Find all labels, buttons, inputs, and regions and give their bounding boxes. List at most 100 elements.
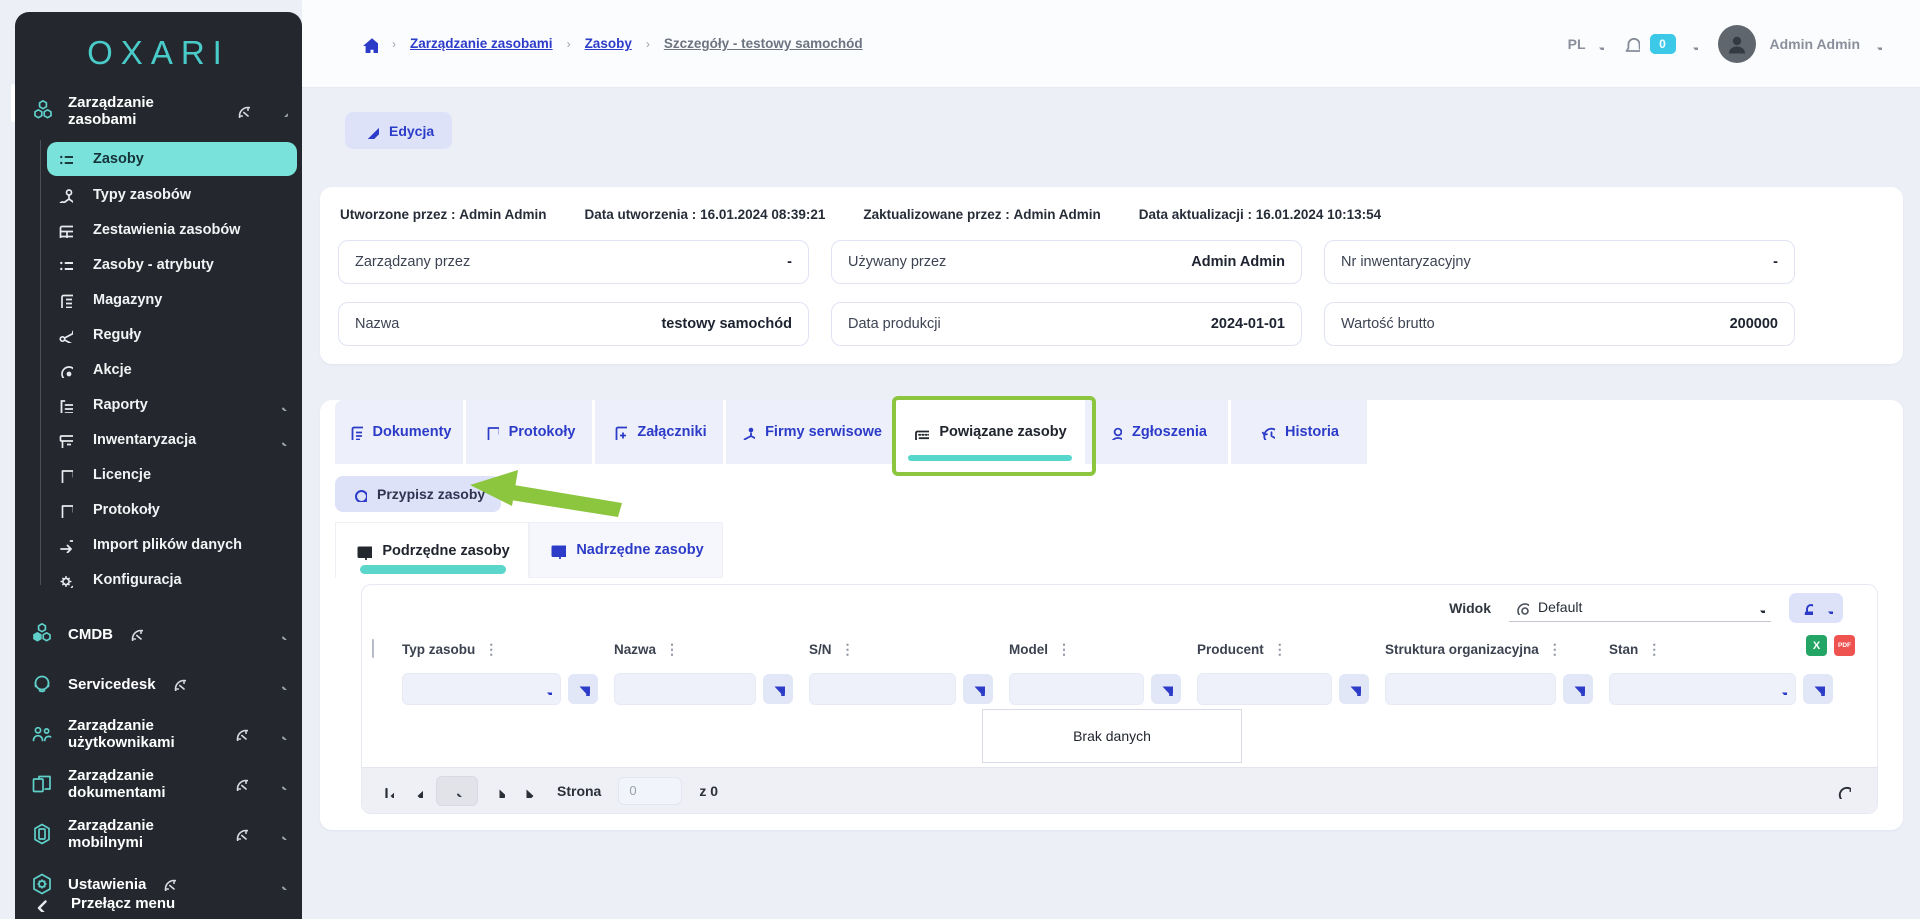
tab-zalaczniki[interactable]: Załączniki bbox=[595, 400, 723, 464]
previous-page-button[interactable] bbox=[407, 782, 425, 800]
avatar[interactable] bbox=[1718, 25, 1756, 63]
sidebar-item-label: Akcje bbox=[93, 362, 132, 378]
filter-funnel-button[interactable] bbox=[1803, 674, 1833, 704]
column-menu-trigger[interactable]: ⋮ bbox=[1273, 641, 1288, 658]
user-menu[interactable]: Admin Admin bbox=[1770, 36, 1860, 52]
sidebar-group-label: Zarządzanie dokumentami bbox=[68, 767, 218, 801]
sidebar-item-akcje[interactable]: Akcje bbox=[15, 352, 302, 387]
lock-view-button[interactable] bbox=[1789, 593, 1843, 623]
meta-created-by: Utworzone przez : Admin Admin bbox=[340, 207, 547, 222]
filter-funnel-button[interactable] bbox=[1151, 674, 1181, 704]
table-filter-row bbox=[362, 667, 1877, 711]
filter-input-struktura-organizacyjna[interactable] bbox=[1385, 673, 1556, 705]
breadcrumb-link-zasoby[interactable]: Zasoby bbox=[585, 36, 632, 51]
filter-funnel-button[interactable] bbox=[568, 674, 598, 704]
caret-down-icon bbox=[1821, 602, 1833, 614]
column-menu-trigger[interactable]: ⋮ bbox=[1548, 641, 1563, 658]
column-menu-trigger[interactable]: ⋮ bbox=[665, 641, 680, 658]
filter-input-sn[interactable] bbox=[809, 673, 956, 705]
sidebar-item-konfiguracja[interactable]: Konfiguracja bbox=[15, 562, 302, 597]
breadcrumb-current[interactable]: Szczegóły - testowy samochód bbox=[664, 36, 863, 51]
filter-funnel-button[interactable] bbox=[1339, 674, 1369, 704]
sidebar-item-protokoly[interactable]: Protokoły bbox=[15, 492, 302, 527]
tab-powiazane-zasoby[interactable]: Powiązane zasoby bbox=[898, 400, 1082, 464]
sidebar-item-licencje[interactable]: Licencje bbox=[15, 457, 302, 492]
sidebar-item-zasoby[interactable]: Zasoby bbox=[47, 142, 297, 176]
notification-badge[interactable]: 0 bbox=[1650, 34, 1676, 54]
tab-zgloszenia[interactable]: Zgłoszenia bbox=[1085, 400, 1228, 464]
column-menu-trigger[interactable]: ⋮ bbox=[1647, 641, 1662, 658]
next-page-button[interactable] bbox=[489, 782, 507, 800]
sidebar-group-zarzadzanie-dokumentami[interactable]: Zarządzanie dokumentami bbox=[15, 759, 302, 809]
gauge-icon bbox=[172, 677, 186, 691]
sidebar-group-cmdb[interactable]: CMDB bbox=[15, 609, 302, 659]
column-menu-trigger[interactable]: ⋮ bbox=[1057, 641, 1072, 658]
language-selector[interactable]: PL bbox=[1568, 36, 1604, 52]
select-all-checkbox[interactable] bbox=[372, 639, 374, 658]
lock-icon bbox=[1799, 601, 1813, 615]
sidebar-item-label: Konfiguracja bbox=[93, 572, 182, 588]
cmdb-hexagons-icon bbox=[30, 622, 54, 646]
target-icon bbox=[57, 362, 73, 378]
column-header-struktura-organizacyjna: Struktura organizacyjna ⋮ bbox=[1385, 641, 1609, 658]
topbar: › Zarządzanie zasobami › Zasoby › Szczeg… bbox=[302, 0, 1920, 88]
tab-protokoly[interactable]: Protokoły bbox=[466, 400, 592, 464]
person-silhouette-icon bbox=[1725, 32, 1749, 56]
caret-down-icon[interactable] bbox=[1870, 38, 1882, 50]
assign-resources-button[interactable]: Przypisz zasoby bbox=[335, 476, 501, 512]
sidebar-item-zasoby-atrybuty[interactable]: Zasoby - atrybuty bbox=[15, 247, 302, 282]
protocol-icon bbox=[57, 502, 73, 518]
filter-funnel-button[interactable] bbox=[1563, 674, 1593, 704]
sidebar-group-servicedesk[interactable]: Servicedesk bbox=[15, 659, 302, 709]
gauge-icon bbox=[234, 827, 248, 841]
field-zarzadzany-przez: Zarządzany przez - bbox=[338, 240, 809, 284]
sidebar-item-inwentaryzacja[interactable]: Inwentaryzacja bbox=[15, 422, 302, 457]
filter-input-nazwa[interactable] bbox=[614, 673, 756, 705]
empty-state: Brak danych bbox=[982, 709, 1242, 763]
tab-historia[interactable]: Historia bbox=[1231, 400, 1367, 464]
sidebar-group-zarzadzanie-zasobami[interactable]: Zarządzanie zasobami bbox=[15, 80, 302, 138]
tab-firmy-serwisowe[interactable]: Firmy serwisowe bbox=[726, 400, 895, 464]
page-input[interactable] bbox=[618, 777, 682, 805]
export-pdf-icon[interactable]: PDF bbox=[1834, 635, 1855, 656]
sidebar-group-zarzadzanie-mobilnymi[interactable]: Zarządzanie mobilnymi bbox=[15, 809, 302, 859]
filter-input-producent[interactable] bbox=[1197, 673, 1332, 705]
column-menu-trigger[interactable]: ⋮ bbox=[841, 641, 856, 658]
funnel-icon bbox=[1347, 682, 1361, 696]
edit-button[interactable]: Edycja bbox=[345, 112, 452, 149]
tab-dokumenty[interactable]: Dokumenty bbox=[335, 400, 463, 464]
sidebar-item-typy-zasobow[interactable]: Typy zasobów bbox=[15, 177, 302, 212]
sidebar-item-raporty[interactable]: Raporty bbox=[15, 387, 302, 422]
breadcrumb-link-zarzadzanie-zasobami[interactable]: Zarządzanie zasobami bbox=[410, 36, 553, 51]
caret-down-icon[interactable] bbox=[1686, 38, 1698, 50]
sidebar-item-reguly[interactable]: Reguły bbox=[15, 317, 302, 352]
bell-icon[interactable] bbox=[1622, 35, 1640, 53]
filter-input-typ-zasobu[interactable] bbox=[402, 673, 561, 705]
headset-icon bbox=[30, 672, 54, 696]
first-page-button[interactable] bbox=[378, 782, 396, 800]
toggle-menu-button[interactable]: Przełącz menu bbox=[31, 895, 286, 912]
filter-funnel-button[interactable] bbox=[763, 674, 793, 704]
subtab-nadrzedne-zasoby[interactable]: Nadrzędne zasoby bbox=[529, 522, 723, 578]
app-logo[interactable]: OXARI bbox=[15, 12, 302, 80]
view-select[interactable]: Default bbox=[1509, 595, 1771, 622]
report-icon bbox=[57, 397, 73, 413]
view-select-value: Default bbox=[1538, 599, 1582, 615]
filter-funnel-button[interactable] bbox=[963, 674, 993, 704]
field-nr-inwentaryzacyjny: Nr inwentaryzacyjny - bbox=[1324, 240, 1795, 284]
sidebar-item-import-plikow-danych[interactable]: Import plików danych bbox=[15, 527, 302, 562]
last-page-button[interactable] bbox=[518, 782, 536, 800]
chevron-down-icon bbox=[276, 778, 288, 790]
sidebar-item-zestawienia-zasobow[interactable]: Zestawienia zasobów bbox=[15, 212, 302, 247]
home-icon[interactable] bbox=[360, 35, 378, 53]
export-excel-icon[interactable]: X bbox=[1806, 635, 1827, 656]
column-menu-trigger[interactable]: ⋮ bbox=[484, 641, 499, 658]
sidebar-group-zarzadzanie-uzytkownikami[interactable]: Zarządzanie użytkownikami bbox=[15, 709, 302, 759]
sidebar-groups: CMDB Servicedesk Zarządzanie użytkownika… bbox=[15, 609, 302, 909]
page-size-select[interactable] bbox=[436, 776, 478, 806]
sidebar-item-magazyny[interactable]: Magazyny bbox=[15, 282, 302, 317]
filter-input-model[interactable] bbox=[1009, 673, 1144, 705]
refresh-button[interactable] bbox=[1829, 782, 1857, 800]
subtab-podrzedne-zasoby[interactable]: Podrzędne zasoby bbox=[335, 522, 529, 578]
filter-input-stan[interactable] bbox=[1609, 673, 1796, 705]
